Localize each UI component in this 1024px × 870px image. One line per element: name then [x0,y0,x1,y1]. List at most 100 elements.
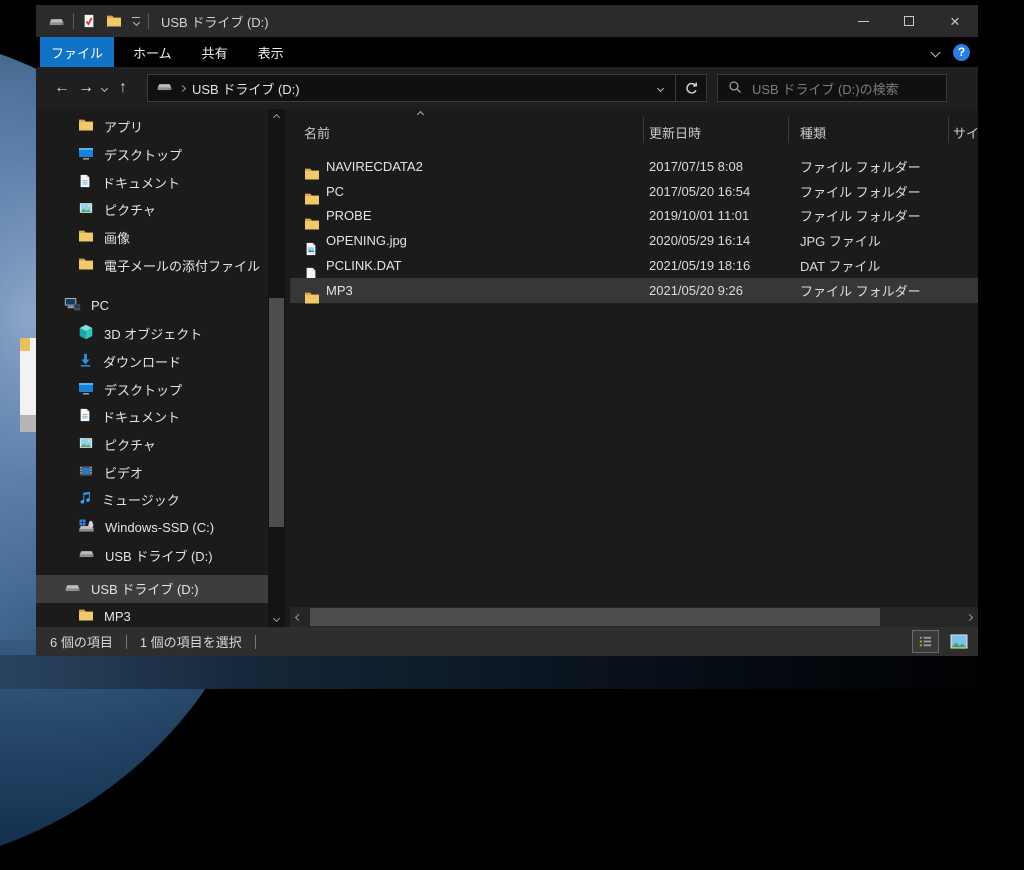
table-row[interactable]: NAVIRECDATA2 2017/07/15 8:08 ファイル フォルダー [290,154,978,179]
search-icon [728,80,742,97]
file-list-pane: 名前 更新日時 種類 サイズ NAVIRECDATA2 2017/07/15 8… [290,109,978,627]
scroll-down-icon[interactable] [268,610,285,627]
titlebar-divider [73,13,74,29]
column-modified[interactable]: 更新日時 [649,123,701,142]
table-row[interactable]: PROBE 2019/10/01 11:01 ファイル フォルダー [290,204,978,229]
new-folder-icon[interactable] [106,13,122,29]
sidebar-item-desktop[interactable]: デスクトップ [36,141,268,169]
earth-horizon [0,655,1024,689]
up-button[interactable]: ↑ [111,79,135,97]
folder-icon [78,256,94,275]
sidebar-item-email-attachments[interactable]: 電子メールの添付ファイル [36,251,268,279]
minimize-button[interactable] [840,5,886,37]
scroll-right-icon[interactable] [961,607,978,627]
customize-toolbar-dropdown-icon[interactable] [132,17,140,25]
download-icon [78,352,93,371]
sidebar-item-mp3[interactable]: MP3 [36,603,268,627]
address-bar[interactable]: USB ドライブ (D:) [147,74,707,102]
sidebar-item-windows-ssd[interactable]: Windows-SSD (C:) [36,514,268,542]
window-controls: × [840,5,978,37]
back-button[interactable]: ← [50,79,74,97]
refresh-icon[interactable] [676,75,706,101]
tab-share[interactable]: 共有 [191,37,239,67]
sidebar-item-pictures[interactable]: ピクチャ [36,196,268,224]
maximize-button[interactable] [886,5,932,37]
sidebar-item-3d-objects[interactable]: 3D オブジェクト [36,320,268,348]
table-row[interactable]: PC 2017/05/20 16:54 ファイル フォルダー [290,179,978,204]
horizontal-scrollbar[interactable] [290,607,978,627]
horizontal-scrollbar-thumb[interactable] [310,608,880,626]
item-count: 6 個の項目 [50,632,113,651]
forward-button[interactable]: → [74,79,98,97]
sidebar-item-usb-drive-root[interactable]: USB ドライブ (D:) [36,575,268,603]
sidebar-item-pictures-pc[interactable]: ピクチャ [36,431,268,459]
column-divider[interactable] [643,117,644,143]
scroll-up-icon[interactable] [268,109,285,126]
folder-icon [78,607,94,626]
sidebar-item-desktop-pc[interactable]: デスクトップ [36,375,268,403]
file-rows: NAVIRECDATA2 2017/07/15 8:08 ファイル フォルダー … [290,154,978,303]
sidebar-item-downloads[interactable]: ダウンロード [36,348,268,376]
window-title: USB ドライブ (D:) [161,12,269,31]
breadcrumb-chevron-icon [179,84,186,91]
column-type[interactable]: 種類 [800,123,826,142]
folder-icon [78,228,94,247]
sidebar-item-usb-drive[interactable]: USB ドライブ (D:) [36,541,268,569]
properties-icon[interactable] [82,13,96,29]
cube-icon [78,324,94,343]
desktop-icon [78,380,94,399]
column-divider[interactable] [788,117,789,143]
view-switcher [912,630,972,653]
scroll-left-icon[interactable] [290,607,307,627]
music-icon [78,490,92,509]
explorer-window: USB ドライブ (D:) × ファイル ホーム 共有 表示 ? ← → ↑ U… [36,5,978,656]
column-size[interactable]: サイズ [953,123,978,142]
sidebar-item-documents-pc[interactable]: ドキュメント [36,403,268,431]
address-dropdown-icon[interactable] [645,75,675,101]
tab-view[interactable]: 表示 [247,37,295,67]
ribbon-tab-bar: ファイル ホーム 共有 表示 ? [36,37,978,67]
search-placeholder: USB ドライブ (D:)の検索 [752,79,899,98]
titlebar-divider [148,13,149,29]
sidebar-item-apps[interactable]: アプリ [36,113,268,141]
search-box[interactable]: USB ドライブ (D:)の検索 [717,74,947,102]
background-window-content [20,338,30,351]
column-divider[interactable] [948,117,949,143]
table-row-selected[interactable]: MP3 2021/05/20 9:26 ファイル フォルダー [290,278,978,303]
navigation-pane: アプリ デスクトップ ドキュメント ピクチャ 画像 電子メールの添付ファイル P… [36,109,268,627]
breadcrumb-path[interactable]: USB ドライブ (D:) [192,79,300,98]
column-name[interactable]: 名前 [304,123,330,142]
sidebar-item-images[interactable]: 画像 [36,224,268,252]
sidebar-item-documents[interactable]: ドキュメント [36,168,268,196]
help-icon[interactable]: ? [953,44,970,61]
column-headers: 名前 更新日時 種類 サイズ [290,109,978,148]
sidebar-item-pc[interactable]: PC [36,292,268,320]
sidebar-scrollbar-thumb[interactable] [269,298,284,527]
expand-ribbon-icon[interactable] [931,47,941,57]
table-row[interactable]: PCLINK.DAT 2021/05/19 18:16 DAT ファイル [290,253,978,278]
location-drive-icon [156,79,173,97]
status-bar: 6 個の項目 1 個の項目を選択 [36,627,978,656]
breadcrumb[interactable]: USB ドライブ (D:) [148,79,645,98]
sidebar-item-music[interactable]: ミュージック [36,486,268,514]
recent-locations-icon[interactable] [102,86,107,91]
thumbnail-view-button[interactable] [945,630,972,653]
document-icon [78,173,92,192]
sidebar-scrollbar[interactable] [268,109,285,627]
tab-home[interactable]: ホーム [122,37,183,67]
details-view-button[interactable] [912,630,939,653]
selection-count: 1 個の項目を選択 [140,632,242,651]
sidebar-item-videos[interactable]: ビデオ [36,458,268,486]
drive-windows-icon [78,518,95,537]
close-button[interactable]: × [932,5,978,37]
quick-access-toolbar [82,13,140,29]
sort-ascending-icon [417,111,424,118]
table-row[interactable]: OPENING.jpg 2020/05/29 16:14 JPG ファイル [290,228,978,253]
document-icon [78,407,92,426]
folder-icon [78,117,94,136]
drive-icon [78,546,95,564]
tab-file[interactable]: ファイル [40,37,114,67]
status-divider [255,635,256,649]
picture-icon [78,436,94,453]
picture-icon [78,201,94,218]
